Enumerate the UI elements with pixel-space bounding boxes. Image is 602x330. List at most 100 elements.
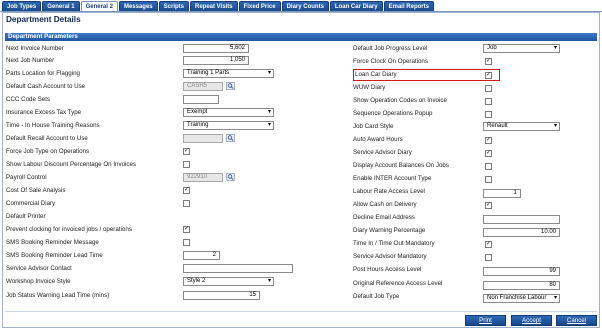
sms-booking-msg-checkbox[interactable]: [183, 239, 190, 246]
tab-scripts[interactable]: Scripts: [158, 1, 189, 11]
force-job-type-checkbox[interactable]: ✓: [183, 148, 190, 155]
enable-inter-account-checkbox[interactable]: [485, 176, 492, 183]
label-prevent-clocking: Prevent clocking for invoiced jobs / ope…: [6, 226, 132, 233]
checkmark-icon: ✓: [486, 72, 492, 78]
label-payroll-control: Payroll Control: [6, 174, 47, 181]
label-workshop-invoice-style: Workshop Invoice Style: [6, 278, 71, 285]
label-default-recall-account: Default Recall Account to Use: [6, 135, 88, 142]
label-decline-email: Decline Email Address: [353, 214, 415, 221]
chevron-down-icon: ▾: [267, 109, 271, 115]
service-advisor-diary-checkbox[interactable]: ✓: [485, 150, 492, 157]
label-labour-rate-access: Labour Rate Access Level: [353, 188, 425, 195]
label-sms-booking-lead: SMS Booking Reminder Lead Time: [6, 252, 103, 259]
label-parts-location: Parts Location for Flagging: [6, 70, 80, 77]
default-job-type-select[interactable]: Non Franchise Labour ▾: [483, 294, 560, 303]
time-inhouse-training-select[interactable]: Training ▾: [183, 121, 274, 130]
tab-repeat-visits[interactable]: Repeat Visits: [189, 1, 238, 11]
tab-general-2[interactable]: General 2: [80, 1, 118, 11]
label-diary-warning-pct: Diary Warning Percentage: [353, 227, 426, 234]
insurance-excess-tax-select[interactable]: Exempt ▾: [183, 108, 274, 117]
label-default-cash-account: Default Cash Account to Use: [6, 83, 86, 90]
job-status-warning-input[interactable]: 15: [183, 291, 260, 300]
chevron-down-icon: ▾: [267, 278, 271, 284]
service-advisor-mandatory-checkbox[interactable]: [485, 254, 492, 261]
prevent-clocking-checkbox[interactable]: ✓: [183, 226, 190, 233]
label-commercial-diary: Commercial Diary: [6, 200, 56, 207]
decline-email-input[interactable]: [483, 215, 560, 224]
label-show-labour-discount: Show Labour Discount Percentage On Invoi…: [6, 161, 137, 168]
lookup-icon[interactable]: [226, 82, 235, 90]
label-allow-cash-delivery: Allow Cash on Delivery: [353, 201, 417, 208]
label-time-in-out-mandatory: Time In / Time Out Mandatory: [353, 240, 435, 247]
label-force-job-type: Force Job Type on Operations: [6, 148, 90, 155]
print-button[interactable]: Print: [465, 315, 506, 326]
label-job-card-style: Job Card Style: [353, 123, 394, 130]
label-default-job-progress: Default Job Progress Level: [353, 45, 428, 52]
workshop-invoice-style-value: Style 2: [187, 278, 206, 284]
next-job-number-input[interactable]: 1,050: [183, 56, 249, 65]
checkmark-icon: ✓: [184, 226, 190, 232]
label-service-advisor-diary: Service Advisor Diary: [353, 149, 412, 156]
label-original-ref-access: Original Reference Access Level: [353, 280, 443, 287]
label-next-job-number: Next Job Number: [6, 57, 55, 64]
job-card-style-select[interactable]: Renault ▾: [483, 122, 560, 131]
checkmark-icon: ✓: [486, 202, 492, 208]
label-cost-of-sale: Cost Of Sale Analysis: [6, 187, 66, 194]
tab-fixed-price[interactable]: Fixed Price: [238, 1, 281, 11]
tab-messages[interactable]: Messages: [118, 1, 158, 11]
footer-divider: [5, 311, 597, 312]
next-invoice-number-input[interactable]: 5,602: [183, 44, 249, 53]
tab-job-types[interactable]: Job Types: [2, 1, 42, 11]
time-in-out-mandatory-checkbox[interactable]: ✓: [485, 241, 492, 248]
label-loan-car-diary: Loan Car Diary: [355, 71, 397, 78]
workshop-invoice-style-select[interactable]: Style 2 ▾: [183, 277, 274, 286]
tab-bar: Job Types General 1 General 2 Messages Scrip…: [0, 0, 602, 11]
wuw-diary-checkbox[interactable]: [485, 85, 492, 92]
label-post-hours-access: Post Hours Access Level: [353, 266, 422, 273]
section-header: Department Parameters: [5, 33, 597, 41]
payroll-control-input: 922910: [183, 173, 223, 182]
show-labour-discount-checkbox[interactable]: [183, 161, 190, 168]
label-job-status-warning: Job Status Warning Lead Time (mins): [6, 292, 110, 299]
chevron-down-icon: ▾: [553, 295, 557, 301]
page-title: Department Details: [6, 15, 81, 24]
labour-rate-access-input[interactable]: 1: [483, 189, 521, 198]
sms-booking-lead-input[interactable]: 2: [183, 251, 220, 260]
accept-button[interactable]: Accept: [511, 315, 552, 326]
label-auto-award-hours: Auto Award Hours: [353, 136, 403, 143]
commercial-diary-checkbox[interactable]: [183, 200, 190, 207]
tab-loan-car-diary[interactable]: Loan Car Diary: [329, 1, 383, 11]
checkmark-icon: ✓: [486, 241, 492, 247]
default-job-progress-select[interactable]: Job ▾: [483, 44, 560, 53]
display-account-balances-checkbox[interactable]: [485, 163, 492, 170]
diary-warning-pct-input[interactable]: 10.00: [483, 228, 560, 237]
allow-cash-delivery-checkbox[interactable]: ✓: [485, 202, 492, 209]
show-op-codes-checkbox[interactable]: [485, 98, 492, 105]
tab-general-1[interactable]: General 1: [42, 1, 80, 11]
label-display-account-balances: Display Account Balances On Jobs: [353, 162, 449, 169]
sequence-ops-popup-checkbox[interactable]: [485, 111, 492, 118]
time-inhouse-training-value: Training: [187, 122, 209, 128]
checkmark-icon: ✓: [486, 137, 492, 143]
checkmark-icon: ✓: [184, 148, 190, 154]
label-service-advisor-contact: Service Advisor Contact: [6, 265, 72, 272]
chevron-down-icon: ▾: [553, 45, 557, 51]
tab-diary-counts[interactable]: Diary Counts: [281, 1, 329, 11]
service-advisor-contact-input[interactable]: [183, 264, 293, 273]
post-hours-access-input[interactable]: 99: [483, 267, 560, 276]
parts-location-select[interactable]: Training 1 Parts ▾: [183, 69, 274, 78]
label-service-advisor-mandatory: Service Advisor Mandatory: [353, 253, 427, 260]
lookup-icon[interactable]: [226, 134, 235, 142]
loan-car-diary-checkbox[interactable]: ✓: [485, 72, 492, 79]
cost-of-sale-checkbox[interactable]: ✓: [183, 187, 190, 194]
tab-email-reports[interactable]: Email Reports: [383, 1, 434, 11]
lookup-icon[interactable]: [226, 173, 235, 181]
label-default-printer: Default Printer: [6, 213, 46, 220]
cancel-button[interactable]: Cancel: [556, 315, 597, 326]
original-ref-access-input[interactable]: 80: [483, 281, 560, 290]
department-panel: Department Details Department Parameters…: [2, 12, 600, 328]
force-clock-on-checkbox[interactable]: ✓: [485, 58, 492, 65]
auto-award-hours-checkbox[interactable]: ✓: [485, 137, 492, 144]
checkmark-icon: ✓: [184, 187, 190, 193]
ccc-code-sets-input[interactable]: [183, 95, 219, 104]
